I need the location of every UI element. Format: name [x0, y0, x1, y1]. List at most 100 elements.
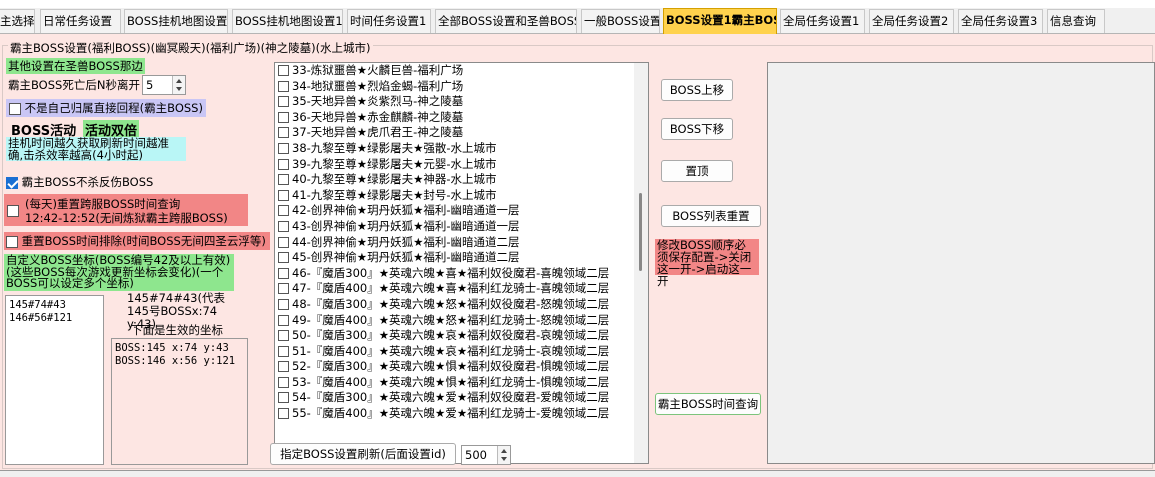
reset-list-button[interactable]: BOSS列表重置 [661, 205, 761, 227]
list-item-label: 49-『魔盾400』★英魂六魄★怒★福利红龙骑士-怒魄领域二层 [292, 312, 610, 327]
spinner-arrows-icon[interactable] [172, 76, 185, 94]
list-item[interactable]: 39-九黎至尊★绿影屠夫★元婴-水上城市 [275, 157, 648, 173]
checkbox-icon[interactable] [278, 252, 289, 264]
no-kill-checkbox[interactable]: 霸主BOSS不杀反伤BOSS [6, 174, 153, 190]
refresh-button[interactable]: 指定BOSS设置刷新(后面设置id) [270, 443, 456, 465]
effective-coords: BOSS:145 x:74 y:43 BOSS:146 x:56 y:121 [111, 338, 248, 465]
checkbox-icon[interactable] [9, 102, 21, 115]
list-item-label: 38-九黎至尊★绿影屠夫★强散-水上城市 [292, 140, 497, 155]
list-item-label: 39-九黎至尊★绿影屠夫★元婴-水上城市 [292, 156, 497, 171]
other-settings-note: 其他设置在圣兽BOSS那边 [6, 58, 145, 74]
list-item[interactable]: 43-创界神偷★玥丹妖狐★福利-幽暗通道一层 [275, 219, 648, 235]
checkbox-icon[interactable] [6, 235, 18, 248]
list-item-label: 35-天地异兽★炎紫烈马-神之陵墓 [292, 94, 464, 109]
checkbox-checked-icon[interactable] [6, 176, 18, 189]
list-item[interactable]: 36-天地异兽★赤金麒麟-神之陵墓 [275, 110, 648, 126]
checkbox-icon[interactable] [278, 96, 289, 108]
tab-boss-map[interactable]: BOSS挂机地图设置 [124, 9, 228, 33]
list-item-label: 33-炼狱噩兽★火麟巨兽-福利广场 [292, 63, 464, 77]
list-item[interactable]: 51-『魔盾400』★英魂六魄★哀★福利红龙骑士-哀魄领域二层 [275, 344, 648, 360]
reset-query-time: 12:42-12:52(无间炼狱霸主跨服BOSS) [25, 211, 228, 225]
list-item[interactable]: 45-创界神偷★玥丹妖狐★福利-幽暗通道二层 [275, 250, 648, 266]
return-checkbox[interactable]: 不是自己归属直接回程(霸主BOSS) [6, 99, 206, 117]
reset-exclude-label: 重置BOSS时间排除(时间BOSS无间四圣云浮等) [21, 234, 266, 248]
checkbox-icon[interactable] [278, 142, 289, 154]
checkbox-icon[interactable] [278, 376, 289, 388]
checkbox-icon[interactable] [278, 392, 289, 404]
list-item[interactable]: 40-九黎至尊★绿影屠夫★神器-水上城市 [275, 172, 648, 188]
checkbox-icon[interactable] [278, 330, 289, 342]
checkbox-icon[interactable] [278, 189, 289, 201]
checkbox-icon[interactable] [278, 345, 289, 357]
tab-info-query[interactable]: 信息查询 [1047, 9, 1105, 33]
list-item[interactable]: 54-『魔盾300』★英魂六魄★爱★福利奴役魔君-爱魄领域二层 [275, 390, 648, 406]
checkbox-icon[interactable] [278, 314, 289, 326]
refresh-id-value: 500 [465, 448, 487, 462]
list-item[interactable]: 46-『魔盾300』★英魂六魄★喜★福利奴役魔君-喜魄领域二层 [275, 266, 648, 282]
list-item[interactable]: 41-九黎至尊★绿影屠夫★封号-水上城市 [275, 188, 648, 204]
tab-global-3[interactable]: 全局任务设置3 [958, 9, 1043, 33]
boss-list[interactable]: 33-炼狱噩兽★火麟巨兽-福利广场 34-地狱噩兽★烈焰金蝎-福利广场 35-天地异… [274, 62, 649, 464]
checkbox-icon[interactable] [278, 111, 289, 123]
list-item-label: 42-创界神偷★玥丹妖狐★福利-幽暗通道一层 [292, 203, 520, 218]
list-item[interactable]: 35-天地异兽★炎紫烈马-神之陵墓 [275, 94, 648, 110]
refresh-id-input[interactable]: 500 [461, 445, 511, 465]
move-up-button[interactable]: BOSS上移 [661, 79, 733, 101]
spinner-arrows-icon[interactable] [497, 446, 510, 464]
reset-exclude-checkbox[interactable]: 重置BOSS时间排除(时间BOSS无间四圣云浮等) [4, 232, 270, 250]
checkbox-icon[interactable] [278, 408, 289, 420]
checkbox-icon[interactable] [278, 283, 289, 295]
list-item[interactable]: 38-九黎至尊★绿影屠夫★强散-水上城市 [275, 141, 648, 157]
list-item[interactable]: 42-创界神偷★玥丹妖狐★福利-幽暗通道一层 [275, 203, 648, 219]
tab-panel: 霸主BOSS设置(福利BOSS)(幽冥殿天)(福利广场)(神之陵墓)(水上城市)… [0, 34, 1155, 470]
leave-after-death-input[interactable]: 5 [142, 75, 186, 95]
list-item[interactable]: 44-创界神偷★玥丹妖狐★福利-幽暗通道二层 [275, 235, 648, 251]
time-query-button[interactable]: 霸主BOSS时间查询 [655, 393, 761, 415]
list-item[interactable]: 52-『魔盾300』★英魂六魄★惧★福利奴役魔君-惧魄领域二层 [275, 359, 648, 375]
list-item[interactable]: 48-『魔盾300』★英魂六魄★怒★福利奴役魔君-怒魄领域二层 [275, 297, 648, 313]
checkbox-icon[interactable] [278, 220, 289, 232]
checkbox-icon[interactable] [278, 127, 289, 139]
boss-list-scrollbar[interactable] [634, 63, 648, 463]
tab-overlord-boss[interactable]: BOSS设置1霸主BOSS [663, 8, 777, 34]
list-item[interactable]: 47-『魔盾400』★英魂六魄★喜★福利红龙骑士-喜魄领域二层 [275, 281, 648, 297]
list-item-label: 55-『魔盾400』★英魂六魄★爱★福利红龙骑士-爱魄领域二层 [292, 406, 610, 421]
tab-normal-boss[interactable]: 一般BOSS设置 [581, 9, 660, 33]
checkbox-icon[interactable] [7, 205, 19, 217]
tab-main-select[interactable]: 主选择 [0, 9, 35, 33]
checkbox-icon[interactable] [278, 236, 289, 248]
coords-input[interactable]: 145#74#43 146#56#121 [5, 295, 104, 465]
checkbox-icon[interactable] [278, 361, 289, 373]
tab-global-1[interactable]: 全局任务设置1 [780, 9, 865, 33]
tab-global-2[interactable]: 全局任务设置2 [869, 9, 954, 33]
checkbox-icon[interactable] [278, 267, 289, 279]
checkbox-icon[interactable] [278, 65, 289, 76]
list-item[interactable]: 55-『魔盾400』★英魂六魄★爱★福利红龙骑士-爱魄领域二层 [275, 406, 648, 422]
list-item[interactable]: 34-地狱噩兽★烈焰金蝎-福利广场 [275, 79, 648, 95]
list-item[interactable]: 50-『魔盾300』★英魂六魄★哀★福利奴役魔君-哀魄领域二层 [275, 328, 648, 344]
checkbox-icon[interactable] [278, 80, 289, 92]
tab-time-tasks-1[interactable]: 时间任务设置1 [347, 9, 431, 33]
scrollbar-thumb[interactable] [639, 193, 642, 271]
hang-time-note: 挂机时间越久获取刷新时间越准确,击杀效率越高(4小时起) [6, 137, 186, 161]
checkbox-icon[interactable] [278, 205, 289, 217]
list-item-label: 37-天地异兽★虎爪君王-神之陵墓 [292, 125, 464, 140]
order-warning: 修改BOSS顺序必须保存配置->关闭这一开->启动这一开 [655, 239, 759, 287]
list-item-label: 40-九黎至尊★绿影屠夫★神器-水上城市 [292, 172, 497, 187]
tab-boss-map-1[interactable]: BOSS挂机地图设置1 [232, 9, 343, 33]
tab-all-boss[interactable]: 全部BOSS设置和圣兽BOSS [435, 9, 577, 33]
checkbox-icon[interactable] [278, 174, 289, 186]
tab-daily-tasks[interactable]: 日常任务设置 [40, 9, 121, 33]
checkbox-icon[interactable] [278, 158, 289, 170]
list-item[interactable]: 49-『魔盾400』★英魂六魄★怒★福利红龙骑士-怒魄领域二层 [275, 313, 648, 329]
move-down-button[interactable]: BOSS下移 [661, 118, 733, 140]
checkbox-icon[interactable] [278, 298, 289, 310]
group-title: 霸主BOSS设置(福利BOSS)(幽冥殿天)(福利广场)(神之陵墓)(水上城市) [8, 40, 373, 56]
list-item[interactable]: 53-『魔盾400』★英魂六魄★惧★福利红龙骑士-惧魄领域二层 [275, 375, 648, 391]
return-checkbox-label: 不是自己归属直接回程(霸主BOSS) [24, 101, 203, 115]
leave-after-death-value: 5 [146, 78, 154, 92]
list-item-label: 50-『魔盾300』★英魂六魄★哀★福利奴役魔君-哀魄领域二层 [292, 328, 610, 343]
top-button[interactable]: 置顶 [661, 160, 733, 182]
list-item[interactable]: 33-炼狱噩兽★火麟巨兽-福利广场 [275, 63, 648, 79]
list-item[interactable]: 37-天地异兽★虎爪君王-神之陵墓 [275, 125, 648, 141]
